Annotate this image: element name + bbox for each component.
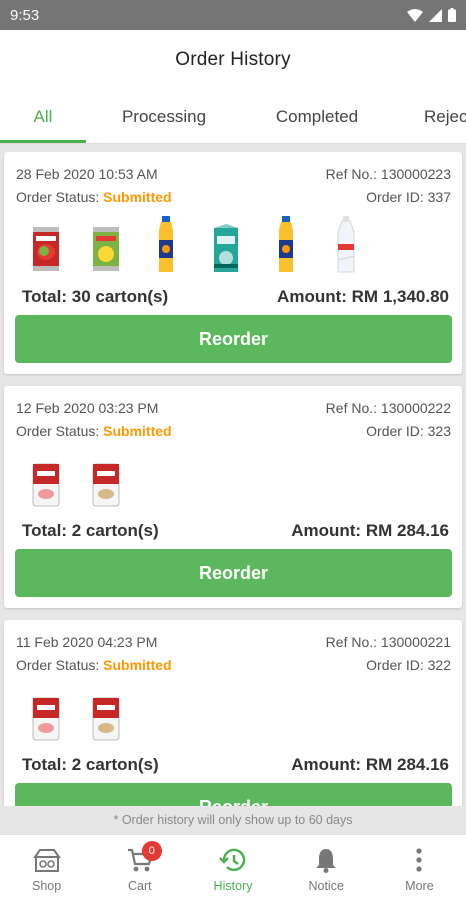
order-id: Order ID: 322	[366, 657, 451, 673]
order-ref: Ref No.: 130000222	[326, 400, 451, 416]
history-footnote: * Order history will only show up to 60 …	[0, 806, 466, 834]
orange-juice-bottle-icon	[268, 214, 304, 274]
nav-more-label: More	[405, 879, 434, 893]
order-amount: Amount: RM 1,340.80	[277, 287, 449, 307]
amount-label: Amount:	[277, 287, 347, 306]
green-juice-carton-icon	[208, 214, 244, 274]
product-thumbnails	[28, 212, 364, 274]
product-thumbnails	[28, 680, 124, 742]
ref-value: 130000222	[380, 400, 451, 416]
water-bottle-icon	[328, 214, 364, 274]
more-vertical-icon	[414, 846, 424, 874]
status-label: Order Status:	[16, 423, 100, 439]
reorder-button[interactable]: Reorder	[15, 315, 452, 363]
nav-history[interactable]: History	[186, 835, 279, 900]
amount-label: Amount:	[291, 521, 362, 540]
order-status: Order Status: Submitted	[16, 423, 172, 439]
soup-can-red-icon	[28, 682, 64, 742]
page-title: Order History	[175, 49, 291, 70]
system-icons	[407, 8, 456, 22]
ref-label: Ref No.:	[325, 634, 378, 650]
nav-notice[interactable]: Notice	[280, 835, 373, 900]
order-ref: Ref No.: 130000223	[326, 166, 451, 182]
total-value: 2 carton(s)	[71, 755, 159, 774]
total-value: 2 carton(s)	[71, 521, 159, 540]
order-total: Total: 2 carton(s)	[22, 521, 159, 541]
order-date: 12 Feb 2020 03:23 PM	[16, 400, 159, 416]
order-id-value: 322	[427, 657, 451, 673]
battery-icon	[448, 8, 456, 22]
tab-completed[interactable]: Completed	[248, 90, 386, 143]
tab-indicator	[0, 140, 86, 143]
order-amount: Amount: RM 284.16	[291, 755, 449, 775]
order-id: Order ID: 323	[366, 423, 451, 439]
amount-value: RM 284.16	[365, 755, 449, 774]
total-value: 30 carton(s)	[71, 287, 169, 306]
app-bar: Order History	[0, 30, 466, 90]
status-label: Order Status:	[16, 657, 100, 673]
order-card: 28 Feb 2020 10:53 AM Ref No.: 130000223 …	[4, 152, 462, 374]
total-label: Total:	[22, 521, 68, 540]
total-label: Total:	[22, 755, 68, 774]
status-value: Submitted	[103, 423, 172, 439]
order-status: Order Status: Submitted	[16, 657, 172, 673]
order-id-label: Order ID:	[366, 423, 424, 439]
ref-value: 130000223	[380, 166, 451, 182]
ref-label: Ref No.:	[325, 166, 378, 182]
amount-value: RM 1,340.80	[351, 287, 449, 306]
shop-icon	[32, 846, 62, 874]
tab-processing[interactable]: Processing	[95, 90, 233, 143]
nav-notice-label: Notice	[308, 879, 344, 893]
reorder-button[interactable]: Reorder	[15, 549, 452, 597]
status-value: Submitted	[103, 189, 172, 205]
order-id-value: 323	[427, 423, 451, 439]
order-card: 11 Feb 2020 04:23 PM Ref No.: 130000221 …	[4, 620, 462, 806]
order-total: Total: 2 carton(s)	[22, 755, 159, 775]
signal-icon	[429, 8, 442, 22]
ref-value: 130000221	[380, 634, 451, 650]
nav-cart[interactable]: 0 Cart	[93, 835, 186, 900]
order-date: 11 Feb 2020 04:23 PM	[16, 634, 158, 650]
tab-rejected[interactable]: Rejected	[424, 90, 466, 143]
status-value: Submitted	[103, 657, 172, 673]
soup-can-cream-icon	[88, 448, 124, 508]
order-card: 12 Feb 2020 03:23 PM Ref No.: 130000222 …	[4, 386, 462, 608]
order-id-value: 337	[427, 189, 451, 205]
order-id: Order ID: 337	[366, 189, 451, 205]
total-label: Total:	[22, 287, 68, 306]
wifi-icon	[407, 8, 423, 22]
nav-more[interactable]: More	[373, 835, 466, 900]
orange-juice-bottle-icon	[148, 214, 184, 274]
nav-shop-label: Shop	[32, 879, 62, 893]
order-ref: Ref No.: 130000221	[326, 634, 451, 650]
bell-icon	[314, 846, 338, 874]
reorder-button[interactable]: Reorder	[15, 783, 452, 806]
product-thumbnails	[28, 446, 124, 508]
soup-can-cream-icon	[88, 682, 124, 742]
order-date: 28 Feb 2020 10:53 AM	[16, 166, 158, 182]
yellow-juice-can-icon	[88, 214, 124, 274]
red-juice-can-icon	[28, 214, 64, 274]
nav-cart-label: Cart	[127, 879, 152, 893]
cart-badge: 0	[141, 841, 162, 861]
ref-label: Ref No.:	[325, 400, 378, 416]
amount-value: RM 284.16	[365, 521, 449, 540]
status-time: 9:53	[10, 6, 40, 24]
order-id-label: Order ID:	[366, 657, 424, 673]
nav-history-label: History	[213, 879, 253, 893]
order-amount: Amount: RM 284.16	[291, 521, 449, 541]
soup-can-red-icon	[28, 448, 64, 508]
amount-label: Amount:	[291, 755, 362, 774]
order-tabs: All Processing Completed Rejected	[0, 90, 466, 144]
status-label: Order Status:	[16, 189, 100, 205]
order-status: Order Status: Submitted	[16, 189, 172, 205]
nav-shop[interactable]: Shop	[0, 835, 93, 900]
history-icon	[219, 846, 247, 874]
order-list[interactable]: 28 Feb 2020 10:53 AM Ref No.: 130000223 …	[0, 144, 466, 806]
bottom-nav: Shop 0 Cart History Notice More	[0, 834, 466, 900]
order-total: Total: 30 carton(s)	[22, 287, 168, 307]
order-id-label: Order ID:	[366, 189, 424, 205]
tab-all[interactable]: All	[0, 90, 86, 143]
status-bar: 9:53	[0, 0, 466, 30]
